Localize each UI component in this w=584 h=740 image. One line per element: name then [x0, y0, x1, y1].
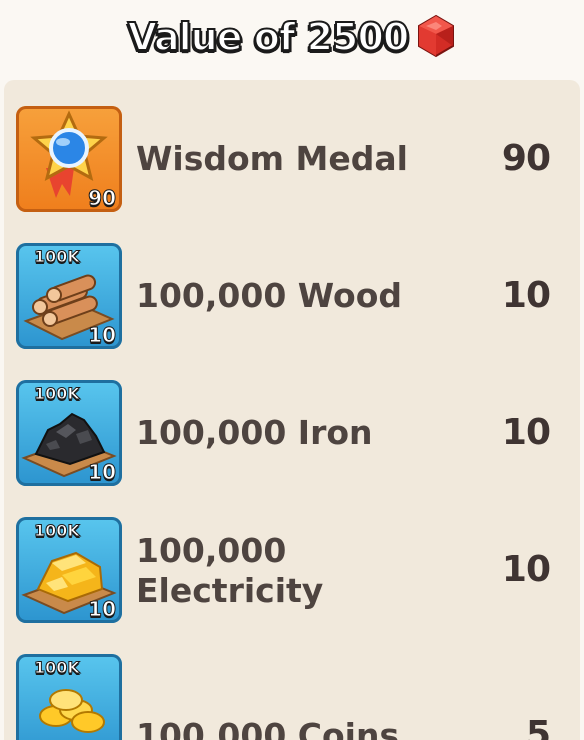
badge-count: 10 [88, 597, 117, 622]
item-name: 100,000 Electricity [136, 531, 324, 610]
list-item: 100K 10 100,000 Wood 10 [4, 217, 580, 349]
item-value: 90 [501, 138, 551, 179]
item-name: 100,000 Iron [136, 413, 373, 452]
badge-count: 90 [88, 186, 117, 211]
electricity-icon: 100K 10 [16, 517, 122, 623]
item-name: Wisdom Medal [136, 139, 408, 178]
gold-coins-icon: 100K [16, 654, 122, 740]
list-item: 100K 10 100,000 Electricity 10 [4, 491, 580, 623]
offer-value-screen: Value of 2500 90 Wisdom Medal 90 100K 10… [0, 0, 584, 740]
wisdom-medal-icon: 90 [16, 106, 122, 212]
item-value: 10 [501, 275, 551, 316]
badge-count: 10 [88, 460, 117, 485]
item-value: 10 [501, 412, 551, 453]
badge-amount: 100K [34, 521, 81, 541]
item-value: 10 [501, 549, 551, 590]
badge-amount: 100K [34, 247, 81, 267]
badge-amount: 100K [34, 384, 81, 404]
iron-ore-icon: 100K 10 [16, 380, 122, 486]
badge-count: 10 [88, 323, 117, 348]
list-item: 90 Wisdom Medal 90 [4, 80, 580, 212]
item-value: 5 [525, 714, 551, 740]
badge-amount: 100K [34, 658, 81, 678]
reward-list: 90 Wisdom Medal 90 100K 10 100,000 Wood … [4, 80, 580, 740]
list-item: 100K 100,000 Coins 5 [4, 628, 580, 740]
page-title: Value of 2500 [127, 14, 411, 60]
item-name: 100,000 Wood [136, 276, 402, 315]
item-name: 100,000 Coins [136, 716, 400, 740]
header: Value of 2500 [0, 0, 584, 80]
ruby-gem-icon [416, 14, 456, 58]
wood-logs-icon: 100K 10 [16, 243, 122, 349]
list-item: 100K 10 100,000 Iron 10 [4, 354, 580, 486]
